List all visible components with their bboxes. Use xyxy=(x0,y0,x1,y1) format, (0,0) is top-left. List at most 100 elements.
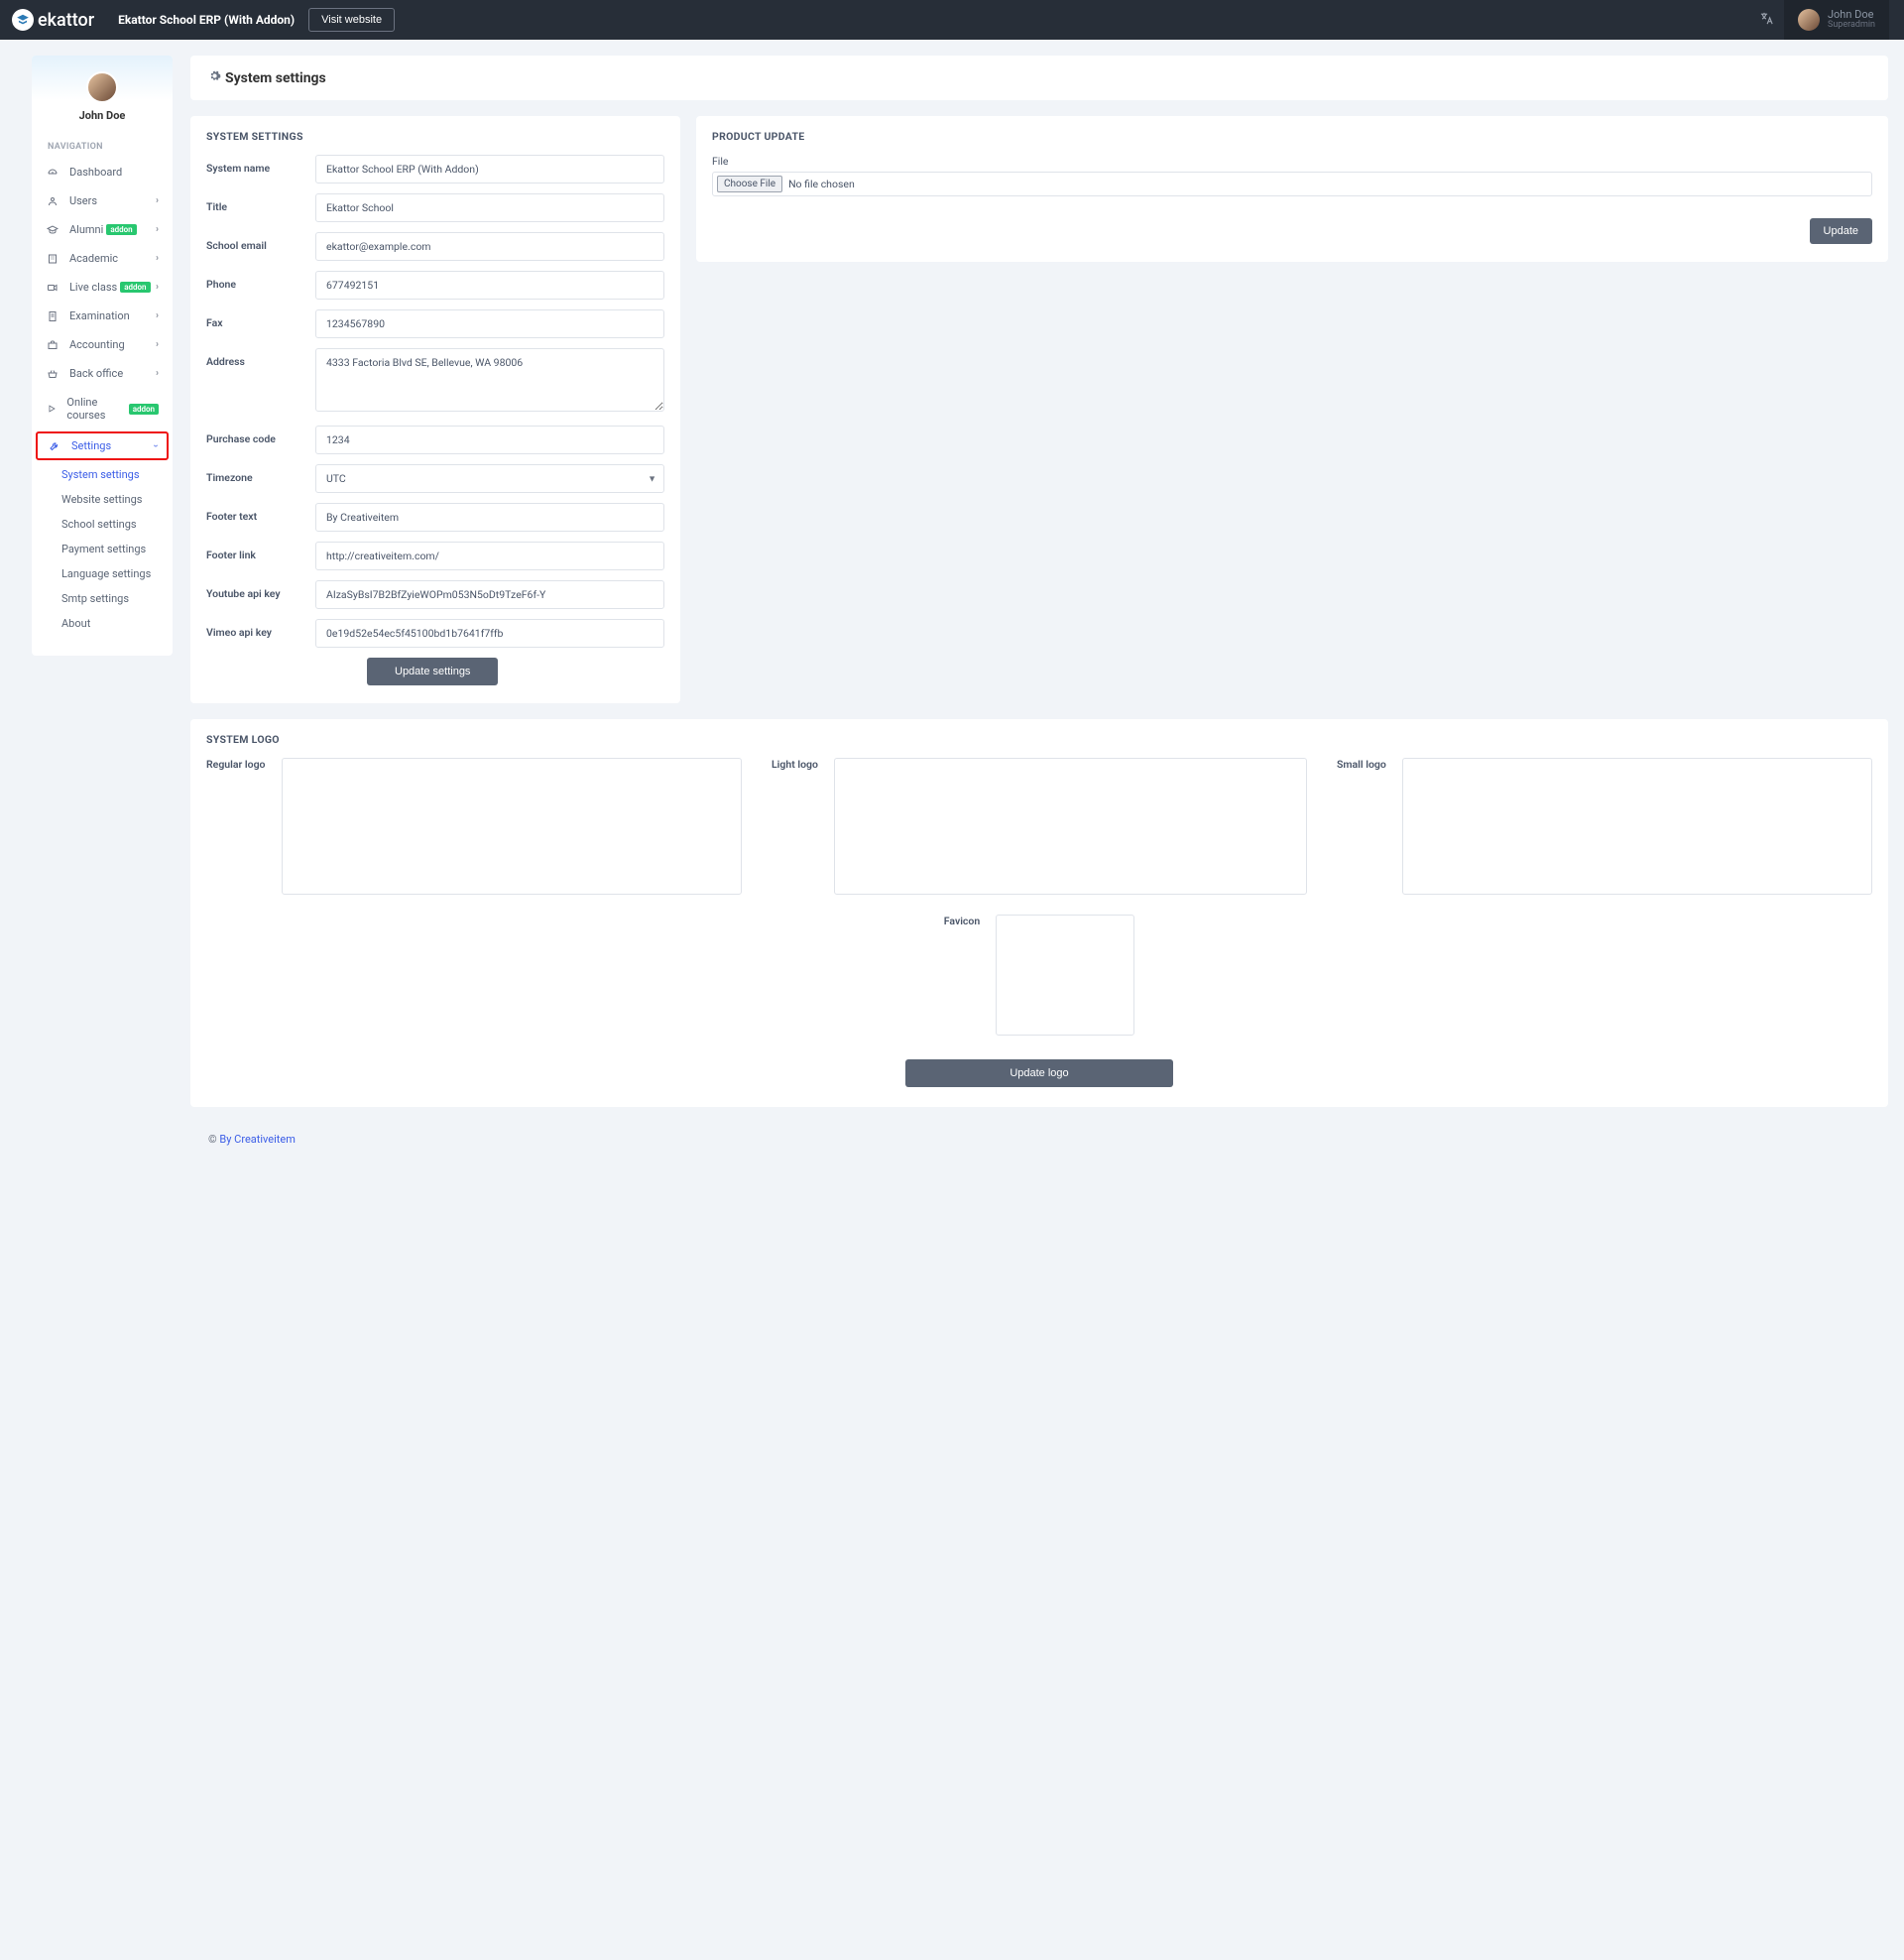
file-label: File xyxy=(712,155,1872,168)
play-icon xyxy=(46,404,57,414)
nav-heading: NAVIGATION xyxy=(32,130,173,158)
chevron-down-icon: › xyxy=(150,444,161,447)
label-purchase-code: Purchase code xyxy=(206,426,315,445)
addon-badge: addon xyxy=(129,404,159,415)
app-title: Ekattor School ERP (With Addon) xyxy=(118,13,295,27)
label-timezone: Timezone xyxy=(206,464,315,484)
sidebar-item-examination[interactable]: Examination › xyxy=(32,302,173,330)
document-icon xyxy=(46,310,60,322)
sidebar-item-dashboard[interactable]: Dashboard xyxy=(32,158,173,186)
label-youtube-api: Youtube api key xyxy=(206,580,315,600)
briefcase-icon xyxy=(46,339,60,351)
phone-input[interactable] xyxy=(315,271,664,300)
sidebar: John Doe NAVIGATION Dashboard Users › Al… xyxy=(32,56,173,656)
footer: © By Creativeitem xyxy=(190,1123,1888,1162)
fax-input[interactable] xyxy=(315,309,664,338)
footer-copy: © xyxy=(208,1133,219,1146)
sidebar-sub-about[interactable]: About xyxy=(61,611,173,636)
label-vimeo-api: Vimeo api key xyxy=(206,619,315,639)
chevron-right-icon: › xyxy=(156,339,159,350)
brand-text: ekattor xyxy=(38,10,94,31)
wrench-icon xyxy=(48,440,61,452)
translate-icon[interactable] xyxy=(1759,11,1774,30)
footer-link-input[interactable] xyxy=(315,542,664,570)
sidebar-sub-system-settings[interactable]: System settings xyxy=(61,462,173,487)
sidebar-username: John Doe xyxy=(32,109,173,122)
sidebar-avatar xyxy=(86,71,118,103)
user-icon xyxy=(46,195,60,207)
addon-badge: addon xyxy=(120,282,150,293)
label-address: Address xyxy=(206,348,315,368)
sidebar-item-settings[interactable]: Settings › xyxy=(36,431,169,460)
small-logo-label: Small logo xyxy=(1337,758,1386,895)
chevron-right-icon: › xyxy=(156,282,159,293)
youtube-api-input[interactable] xyxy=(315,580,664,609)
sidebar-item-onlinecourses[interactable]: Online courses addon xyxy=(32,388,173,429)
video-icon xyxy=(46,282,60,294)
sidebar-item-liveclass[interactable]: Live class addon › xyxy=(32,273,173,302)
favicon-upload[interactable] xyxy=(996,915,1134,1036)
sidebar-sub-payment-settings[interactable]: Payment settings xyxy=(61,537,173,561)
sidebar-item-backoffice[interactable]: Back office › xyxy=(32,359,173,388)
sidebar-sub-website-settings[interactable]: Website settings xyxy=(61,487,173,512)
card-title: PRODUCT UPDATE xyxy=(712,130,1872,143)
regular-logo-label: Regular logo xyxy=(206,758,266,895)
chevron-right-icon: › xyxy=(156,224,159,235)
user-menu[interactable]: John Doe Superadmin xyxy=(1784,0,1889,40)
visit-website-button[interactable]: Visit website xyxy=(308,8,395,32)
footer-link[interactable]: By Creativeitem xyxy=(219,1133,296,1146)
dashboard-icon xyxy=(46,167,60,179)
product-update-card: PRODUCT UPDATE File Choose File No file … xyxy=(696,116,1888,262)
sidebar-item-users[interactable]: Users › xyxy=(32,186,173,215)
chevron-right-icon: › xyxy=(156,195,159,206)
basket-icon xyxy=(46,368,60,380)
brand-logo-wrap[interactable]: ekattor xyxy=(0,9,106,31)
update-product-button[interactable]: Update xyxy=(1810,218,1872,244)
avatar xyxy=(1798,9,1820,31)
chevron-right-icon: › xyxy=(156,310,159,321)
update-logo-button[interactable]: Update logo xyxy=(905,1059,1173,1087)
sidebar-item-accounting[interactable]: Accounting › xyxy=(32,330,173,359)
choose-file-button[interactable]: Choose File xyxy=(717,176,782,192)
light-logo-label: Light logo xyxy=(772,758,818,895)
regular-logo-upload[interactable] xyxy=(282,758,743,895)
label-school-email: School email xyxy=(206,232,315,252)
school-email-input[interactable] xyxy=(315,232,664,261)
user-role: Superadmin xyxy=(1828,21,1875,31)
address-input[interactable] xyxy=(315,348,664,412)
timezone-select[interactable] xyxy=(315,464,664,493)
system-name-input[interactable] xyxy=(315,155,664,184)
label-system-name: System name xyxy=(206,155,315,175)
content: System settings SYSTEM SETTINGS System n… xyxy=(190,56,1888,1162)
label-title: Title xyxy=(206,193,315,213)
card-title: SYSTEM LOGO xyxy=(206,733,1872,746)
file-input[interactable]: Choose File No file chosen xyxy=(712,172,1872,196)
vimeo-api-input[interactable] xyxy=(315,619,664,648)
page-header: System settings xyxy=(190,56,1888,100)
label-footer-link: Footer link xyxy=(206,542,315,561)
title-input[interactable] xyxy=(315,193,664,222)
system-settings-card: SYSTEM SETTINGS System name Title School… xyxy=(190,116,680,703)
sidebar-item-alumni[interactable]: Alumni addon › xyxy=(32,215,173,244)
purchase-code-input[interactable] xyxy=(315,426,664,454)
addon-badge: addon xyxy=(106,224,136,235)
sidebar-sub-school-settings[interactable]: School settings xyxy=(61,512,173,537)
label-phone: Phone xyxy=(206,271,315,291)
topbar: ekattor Ekattor School ERP (With Addon) … xyxy=(0,0,1904,40)
brand-logo-icon xyxy=(12,9,34,31)
chevron-right-icon: › xyxy=(156,368,159,379)
system-logo-card: SYSTEM LOGO Regular logo Light logo Smal… xyxy=(190,719,1888,1107)
label-fax: Fax xyxy=(206,309,315,329)
gear-icon xyxy=(208,69,221,86)
small-logo-upload[interactable] xyxy=(1402,758,1872,895)
building-icon xyxy=(46,253,60,265)
graduation-icon xyxy=(46,224,60,236)
light-logo-upload[interactable] xyxy=(834,758,1307,895)
sidebar-sub-language-settings[interactable]: Language settings xyxy=(61,561,173,586)
favicon-label: Favicon xyxy=(944,915,980,1036)
update-settings-button[interactable]: Update settings xyxy=(367,658,498,685)
sidebar-item-academic[interactable]: Academic › xyxy=(32,244,173,273)
footer-text-input[interactable] xyxy=(315,503,664,532)
page-title: System settings xyxy=(225,70,326,86)
sidebar-sub-smtp-settings[interactable]: Smtp settings xyxy=(61,586,173,611)
